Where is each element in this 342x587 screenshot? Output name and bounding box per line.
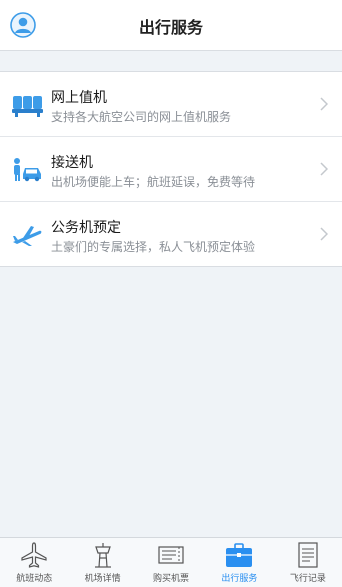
airplane-icon	[21, 542, 47, 568]
control-tower-icon	[94, 543, 111, 568]
service-subtitle: 支持各大航空公司的网上值机服务	[51, 110, 232, 124]
tab-flight-status[interactable]: 航班动态	[0, 538, 68, 587]
service-title: 接送机	[51, 155, 93, 171]
service-title: 网上值机	[51, 90, 107, 106]
page-title: 出行服务	[138, 18, 203, 37]
chevron-right-icon	[320, 97, 328, 111]
tab-buy-tickets[interactable]: 购买机票	[137, 538, 205, 587]
tab-label: 航班动态	[16, 574, 53, 584]
tab-travel-services[interactable]: 出行服务	[205, 538, 273, 587]
service-subtitle: 土豪们的专属选择，私人飞机预定体验	[51, 240, 256, 254]
service-item-pickup[interactable]: 接送机 出机场便能上车；航班延误，免费等待	[0, 137, 342, 202]
ticket-icon	[158, 546, 184, 564]
chevron-right-icon	[320, 227, 328, 241]
tab-flight-records[interactable]: 飞行记录	[274, 538, 342, 587]
header-bar: 出行服务	[0, 0, 342, 51]
private-jet-icon	[13, 226, 42, 246]
service-title: 公务机预定	[51, 220, 121, 236]
service-item-checkin[interactable]: 网上值机 支持各大航空公司的网上值机服务	[0, 72, 342, 137]
tab-airport-details[interactable]: 机场详情	[68, 538, 136, 587]
car-pickup-icon	[14, 158, 41, 182]
tab-label: 购买机票	[153, 574, 190, 584]
seat-checkin-icon	[12, 96, 43, 117]
bottom-tab-bar: 航班动态 机场详情 购买机票 出行服务 飞行记录	[0, 537, 342, 587]
tab-label: 机场详情	[84, 574, 121, 584]
logbook-icon	[298, 542, 318, 568]
service-item-business-jet[interactable]: 公务机预定 土豪们的专属选择，私人飞机预定体验	[0, 202, 342, 266]
service-list: 网上值机 支持各大航空公司的网上值机服务 接送机 出机场便能上车；航班延误，免费…	[0, 71, 342, 267]
briefcase-icon	[226, 543, 253, 567]
chevron-right-icon	[320, 162, 328, 176]
tab-label: 出行服务	[221, 574, 258, 584]
service-subtitle: 出机场便能上车；航班延误，免费等待	[51, 175, 256, 189]
tab-label: 飞行记录	[289, 574, 326, 584]
